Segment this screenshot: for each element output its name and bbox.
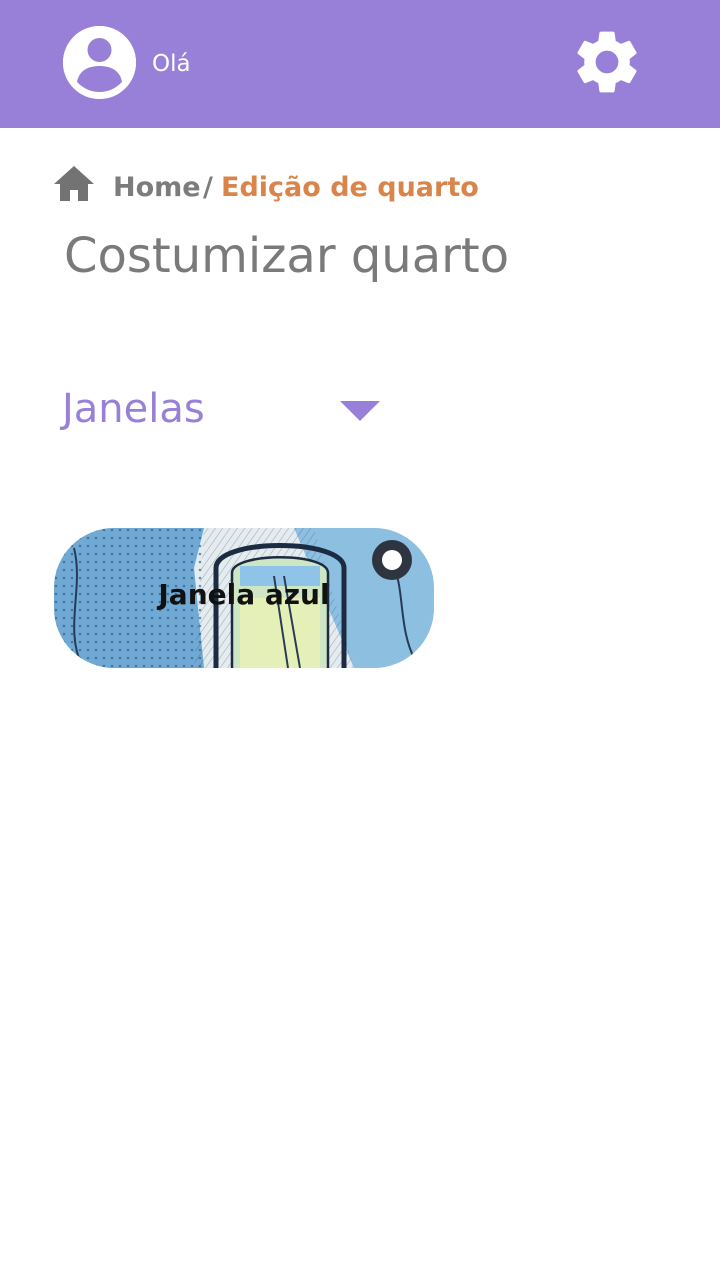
item-select-radio[interactable] [372, 540, 412, 580]
breadcrumb-current-page: Edição de quarto [221, 172, 479, 203]
breadcrumb: Home / Edição de quarto [53, 164, 673, 212]
greeting-text: Olá [152, 51, 191, 77]
settings-button[interactable] [569, 24, 645, 100]
category-dropdown-value: Janelas [62, 386, 205, 432]
radio-selected-dot [382, 550, 402, 570]
account-avatar[interactable] [63, 26, 136, 99]
app-screen: Olá Home / Edição de quarto Costumizar q… [0, 0, 720, 1280]
caret-down-icon [340, 401, 380, 421]
top-bar: Olá [0, 0, 720, 128]
page-title: Costumizar quarto [64, 228, 510, 284]
breadcrumb-separator: / [203, 172, 213, 203]
item-card-janela-azul[interactable]: Janela azul [54, 528, 434, 668]
home-icon [54, 166, 94, 201]
gear-icon [577, 31, 637, 93]
breadcrumb-home-link[interactable]: Home [113, 170, 201, 206]
breadcrumb-home-button[interactable] [53, 164, 95, 202]
item-card-label: Janela azul [158, 578, 330, 611]
category-dropdown[interactable]: Janelas [62, 378, 392, 440]
account-circle-icon [63, 26, 136, 99]
